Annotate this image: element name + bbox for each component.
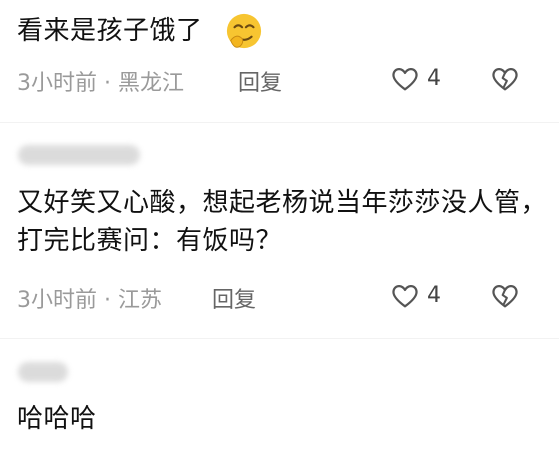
heart-like-icon[interactable]	[390, 64, 420, 94]
comment-time: 3小时前	[17, 288, 97, 313]
meta-separator: ·	[104, 71, 111, 96]
comment-text-3: 哈哈哈	[17, 404, 97, 434]
comment-location: 江苏	[118, 288, 163, 313]
meta-separator: ·	[104, 288, 111, 313]
reply-button[interactable]: 回复	[212, 282, 256, 314]
blurred-username[interactable]	[18, 145, 140, 165]
comment-text-2: 又好笑又心酸，想起老杨说当年莎莎没人管，打完比赛问：有饭吗？	[17, 188, 548, 256]
divider	[0, 122, 559, 123]
smirk-face-emoji-icon	[226, 13, 262, 49]
blurred-username[interactable]	[18, 362, 68, 382]
comment-meta-1: 3小时前 · 黑龙江	[17, 65, 184, 97]
comment-text-1: 看来是孩子饿了	[17, 16, 203, 46]
like-count: 4	[427, 283, 441, 308]
broken-heart-dislike-icon[interactable]	[490, 281, 520, 311]
divider	[0, 338, 559, 339]
broken-heart-dislike-icon[interactable]	[490, 64, 520, 94]
comment-meta-2: 3小时前 · 江苏	[17, 282, 162, 314]
heart-like-icon[interactable]	[390, 281, 420, 311]
comment-location: 黑龙江	[118, 71, 185, 96]
comment-time: 3小时前	[17, 71, 97, 96]
reply-button[interactable]: 回复	[238, 65, 282, 97]
like-count: 4	[427, 66, 441, 91]
